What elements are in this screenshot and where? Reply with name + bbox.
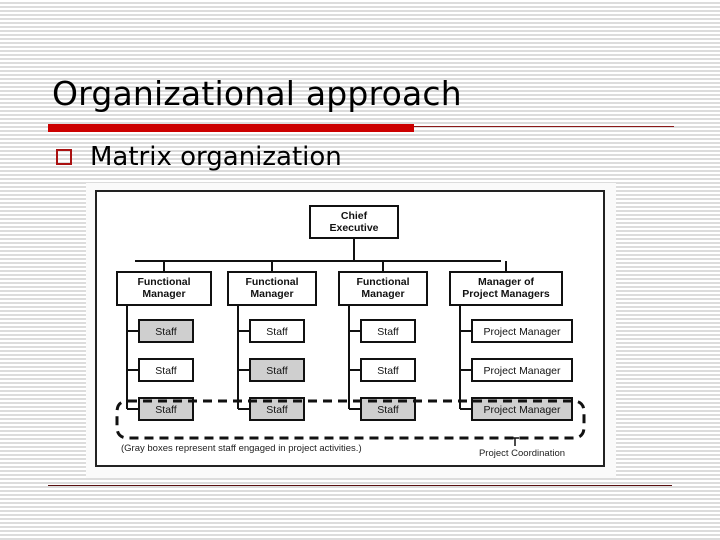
box-label: Staff [266,326,287,338]
box-label: Staff [266,365,287,377]
square-bullet-icon [56,149,72,165]
manager-label-line: Functional [245,276,298,288]
title-underline-rule [414,126,674,127]
staff-box: Staff [349,358,416,382]
manager-label-line: Manager [142,288,185,300]
manager-box-4: Manager ofProject Managers [449,261,563,306]
staff-box: Staff [349,319,416,343]
box-label: Staff [266,404,287,416]
manager-label-line: Manager [361,288,404,300]
project-manager-box: Project Manager [460,319,573,343]
title-underline-accent [48,124,414,132]
legend-note: (Gray boxes represent staff engaged in p… [121,443,362,454]
footer-rule [48,485,672,486]
box-label: Staff [155,365,176,377]
manager-box-3: FunctionalManager [338,261,428,306]
box-label: Staff [155,326,176,338]
manager-box-2: FunctionalManager [227,261,317,306]
manager-label-line: Project Managers [462,288,550,300]
box-label: Staff [377,404,398,416]
chief-executive-line2: Executive [329,222,378,234]
manager-label-line: Manager [250,288,293,300]
staff-box: Staff [127,319,194,343]
bullet-text: Matrix organization [90,142,342,172]
matrix-org-chart: Chief Executive FunctionalManagerFunctio… [115,205,586,459]
project-coordination-label: Project Coordination [479,448,565,459]
project-manager-box: Project Manager [460,358,573,382]
slide-title: Organizational approach [52,74,462,113]
box-label: Staff [155,404,176,416]
manager-label-line: Functional [356,276,409,288]
manager-label-line: Manager of [478,276,535,288]
box-label: Project Manager [483,404,561,416]
manager-label-line: Functional [137,276,190,288]
manager-box-1: FunctionalManager [116,261,212,306]
chief-executive-line1: Chief [341,210,368,222]
box-label: Staff [377,326,398,338]
staff-box: Staff [238,319,305,343]
staff-box: Staff [127,358,194,382]
box-label: Project Manager [483,365,561,377]
box-label: Staff [377,365,398,377]
staff-box: Staff [238,358,305,382]
chief-executive-box: Chief Executive [309,205,399,239]
box-label: Project Manager [483,326,561,338]
